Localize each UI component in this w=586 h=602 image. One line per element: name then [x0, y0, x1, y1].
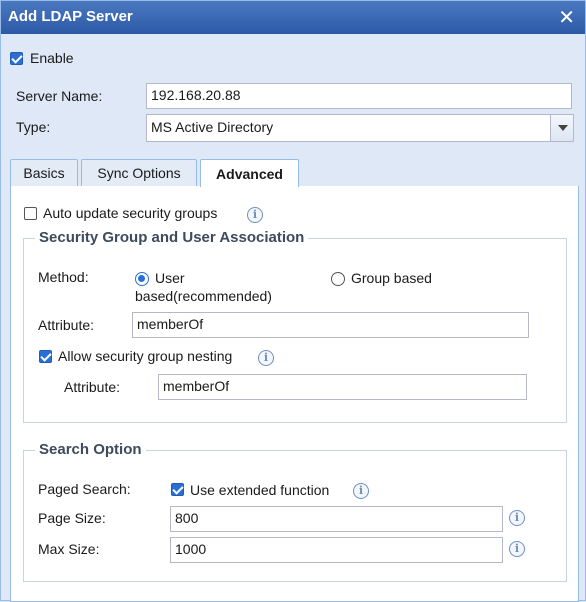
- method-group-radio[interactable]: [331, 272, 345, 286]
- type-label: Type:: [16, 119, 51, 135]
- page-size-label: Page Size:: [38, 510, 106, 526]
- server-name-input[interactable]: 192.168.20.88: [146, 83, 572, 109]
- close-icon[interactable]: ✕: [558, 5, 575, 30]
- method-user-radio[interactable]: [135, 272, 149, 286]
- auto-update-label: Auto update security groups: [43, 205, 218, 221]
- add-ldap-server-dialog: Add LDAP Server ✕ Enable Server Name: 19…: [0, 0, 586, 602]
- chevron-down-icon[interactable]: [550, 114, 574, 142]
- type-select[interactable]: MS Active Directory: [146, 114, 551, 142]
- security-group-fieldset: Security Group and User Association Meth…: [23, 229, 567, 423]
- use-extended-label: Use extended function: [190, 482, 330, 498]
- max-size-input[interactable]: 1000: [170, 537, 503, 563]
- title-bar[interactable]: Add LDAP Server ✕: [1, 1, 585, 34]
- paged-search-label: Paged Search:: [38, 481, 131, 497]
- search-option-fieldset: Search Option Paged Search: Use extended…: [23, 441, 567, 582]
- nesting-label: Allow security group nesting: [58, 348, 233, 364]
- search-option-legend: Search Option: [35, 441, 146, 458]
- nesting-checkbox[interactable]: [39, 350, 52, 363]
- info-icon[interactable]: i: [258, 350, 274, 366]
- attribute-label: Attribute:: [38, 317, 95, 333]
- enable-checkbox[interactable]: [10, 52, 23, 65]
- info-icon[interactable]: i: [353, 483, 369, 499]
- method-group-label: Group based: [351, 270, 432, 286]
- dialog-title: Add LDAP Server: [8, 8, 133, 25]
- enable-label: Enable: [30, 50, 74, 66]
- use-extended-checkbox[interactable]: [171, 483, 184, 496]
- page-size-input[interactable]: 800: [170, 506, 503, 532]
- nesting-attribute-input[interactable]: memberOf: [158, 374, 527, 400]
- security-group-legend: Security Group and User Association: [35, 229, 309, 246]
- max-size-label: Max Size:: [38, 541, 100, 557]
- auto-update-checkbox[interactable]: [24, 207, 37, 220]
- server-name-label: Server Name:: [16, 88, 103, 104]
- nesting-attribute-label: Attribute:: [64, 379, 121, 395]
- advanced-panel: Auto update security groups i Security G…: [10, 186, 579, 602]
- attribute-input[interactable]: memberOf: [132, 312, 529, 338]
- method-user-label-line2: based(recommended): [135, 288, 272, 304]
- tab-sync-options[interactable]: Sync Options: [81, 159, 197, 186]
- info-icon[interactable]: i: [509, 541, 525, 557]
- info-icon[interactable]: i: [509, 510, 525, 526]
- tab-advanced[interactable]: Advanced: [200, 159, 299, 187]
- method-user-label-line1: User: [155, 270, 185, 286]
- tab-basics[interactable]: Basics: [10, 159, 78, 186]
- method-label: Method:: [38, 269, 89, 285]
- info-icon[interactable]: i: [247, 207, 263, 223]
